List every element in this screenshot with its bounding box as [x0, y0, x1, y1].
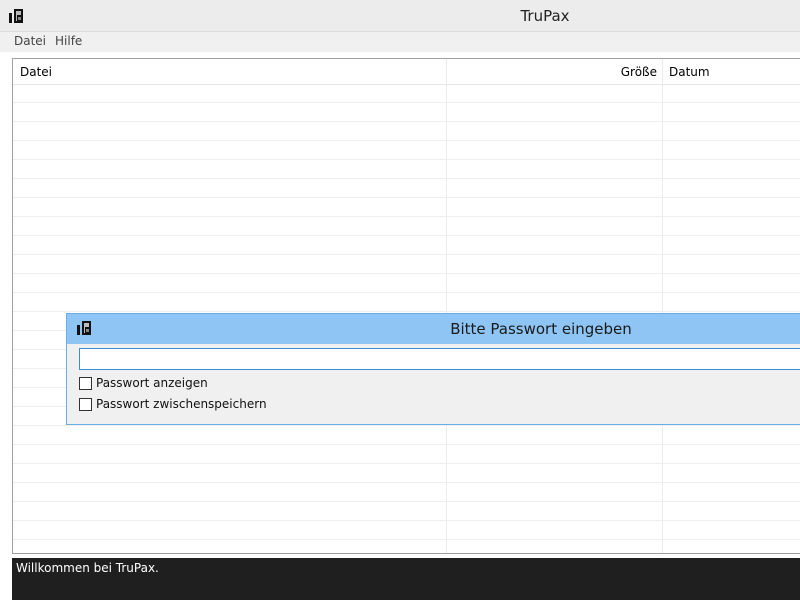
dialog-titlebar[interactable]: Bitte Passwort eingeben: [67, 314, 800, 344]
column-header-datum[interactable]: Datum: [669, 65, 710, 79]
cache-password-option[interactable]: Passwort zwischenspeichern: [79, 397, 267, 411]
menu-datei[interactable]: Datei: [14, 34, 46, 48]
window-titlebar[interactable]: TruPax: [0, 0, 800, 32]
cache-password-label[interactable]: Passwort zwischenspeichern: [96, 397, 267, 411]
menu-hilfe[interactable]: Hilfe: [55, 34, 82, 48]
column-separator[interactable]: [662, 59, 663, 553]
cache-password-checkbox[interactable]: [79, 397, 92, 411]
column-header-datei[interactable]: Datei: [20, 65, 52, 79]
show-password-label[interactable]: Passwort anzeigen: [96, 376, 208, 390]
table-header: Datei Größe Datum: [13, 59, 800, 85]
dialog-title: Bitte Passwort eingeben: [450, 320, 632, 338]
password-dialog: Bitte Passwort eingeben Passwort anzeige…: [66, 313, 800, 425]
file-table[interactable]: Datei Größe Datum: [12, 58, 800, 554]
column-separator[interactable]: [446, 59, 447, 553]
show-password-checkbox[interactable]: [79, 376, 92, 390]
show-password-option[interactable]: Passwort anzeigen: [79, 376, 208, 390]
column-header-groesse[interactable]: Größe: [573, 65, 657, 79]
menubar: Datei Hilfe: [0, 32, 800, 52]
password-input[interactable]: [79, 348, 800, 370]
status-text: Willkommen bei TruPax.: [16, 561, 159, 575]
status-bar: Willkommen bei TruPax.: [12, 558, 800, 600]
window-title: TruPax: [520, 7, 570, 25]
